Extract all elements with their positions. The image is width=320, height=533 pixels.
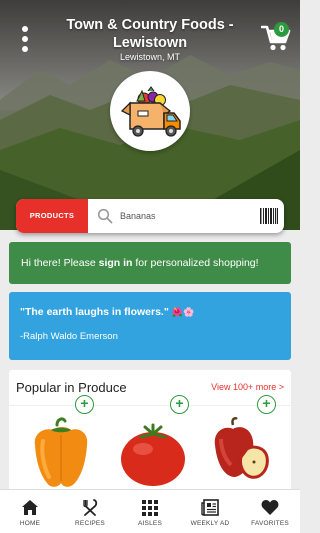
divider — [9, 405, 291, 406]
section-title: Popular in Produce — [16, 380, 127, 395]
signin-banner: Hi there! Please sign in for personalize… — [9, 242, 291, 284]
store-name[interactable]: Town & Country Foods - Lewistown — [60, 16, 240, 52]
nav-recipes[interactable]: RECIPES — [60, 490, 120, 533]
grid-icon — [142, 500, 158, 516]
nav-label: AISLES — [138, 520, 162, 527]
products-search-tab[interactable]: PRODUCTS — [16, 199, 88, 233]
quote-author: -Ralph Waldo Emerson — [20, 331, 118, 342]
signin-prefix-text: Hi there! Please — [21, 257, 99, 269]
quote-text: "The earth laughs in flowers." — [20, 306, 169, 318]
add-to-cart-button[interactable]: + — [257, 395, 276, 414]
tomato-image — [121, 423, 185, 486]
utensils-icon — [83, 499, 98, 516]
popular-produce-section: Popular in Produce View 100+ more > + + … — [9, 370, 291, 493]
menu-dot — [22, 46, 28, 52]
search-input[interactable] — [120, 199, 250, 233]
home-icon — [22, 500, 38, 515]
nav-home[interactable]: HOME — [0, 490, 60, 533]
store-logo — [110, 71, 190, 151]
view-more-link[interactable]: View 100+ more > — [211, 382, 284, 392]
red-apple-image — [214, 417, 269, 479]
product-card-tomato[interactable]: + — [115, 395, 195, 493]
signin-suffix-text: for personalized shopping! — [132, 257, 259, 269]
add-to-cart-button[interactable]: + — [75, 395, 94, 414]
nav-aisles[interactable]: AISLES — [120, 490, 180, 533]
sign-in-link[interactable]: sign in — [99, 257, 133, 269]
flower-emoji: 🌺🌸 — [171, 307, 195, 317]
menu-button[interactable] — [14, 26, 36, 52]
barcode-scan-icon[interactable] — [260, 208, 278, 224]
heart-icon — [261, 500, 279, 515]
store-location: Lewistown, MT — [119, 52, 181, 62]
nav-label: FAVORITES — [251, 520, 289, 527]
hero-banner: Town & Country Foods - Lewistown Lewisto… — [0, 0, 300, 230]
product-search-bar: PRODUCTS — [16, 199, 284, 233]
nav-label: HOME — [19, 520, 41, 527]
nav-label: RECIPES — [75, 520, 105, 527]
product-card-orange-bell-pepper[interactable]: + — [23, 395, 103, 493]
menu-dot — [22, 36, 28, 42]
produce-truck-logo-icon — [120, 86, 181, 137]
product-card-red-apple[interactable]: + — [207, 395, 287, 493]
newspaper-icon — [201, 499, 219, 516]
menu-dot — [22, 26, 28, 32]
quote-banner: "The earth laughs in flowers." 🌺🌸 -Ralph… — [9, 292, 291, 360]
nav-favorites[interactable]: FAVORITES — [240, 490, 300, 533]
cart-count-badge: 0 — [274, 22, 289, 37]
orange-bell-pepper-image — [34, 417, 88, 487]
quote-text-line: "The earth laughs in flowers." 🌺🌸 — [20, 305, 280, 319]
bottom-navigation: HOME RECIPES AISLES WEEKLY AD FAVORITES — [0, 489, 300, 533]
search-icon — [97, 208, 113, 224]
add-to-cart-button[interactable]: + — [170, 395, 189, 414]
nav-weekly-ad[interactable]: WEEKLY AD — [180, 490, 240, 533]
nav-label: WEEKLY AD — [190, 520, 230, 527]
